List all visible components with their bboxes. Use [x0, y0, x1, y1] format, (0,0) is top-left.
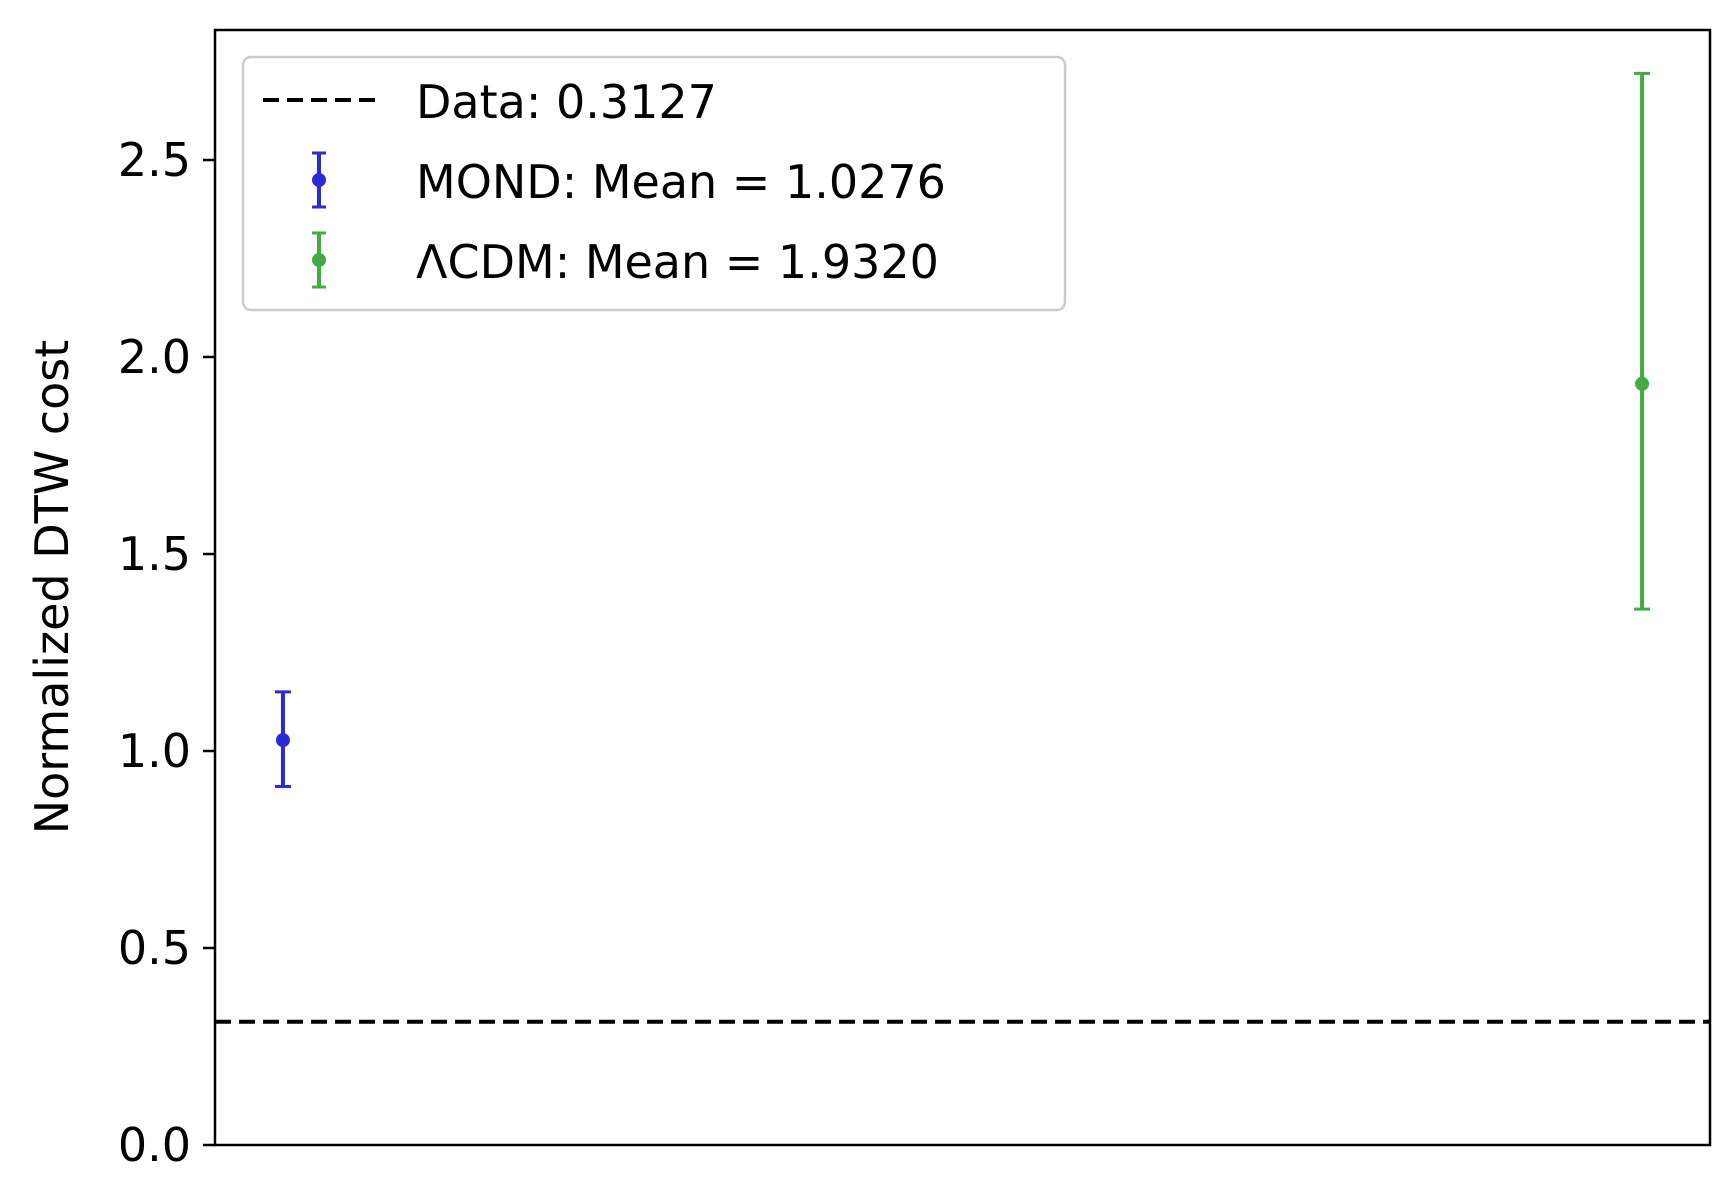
y-tick-label: 2.0 — [118, 330, 191, 384]
legend-point-icon — [312, 253, 326, 267]
series-1 — [1634, 71, 1651, 611]
y-tick-label: 0.0 — [118, 1118, 191, 1172]
chart: 0.0 0.5 1.0 1.5 2.0 2.5 Normalized DTW cost D… — [25, 28, 1712, 1172]
data-point — [275, 733, 290, 748]
y-axis-label: Normalized DTW cost — [25, 340, 79, 835]
legend-entry-lcdm: ΛCDM: Mean = 1.9320 — [416, 235, 939, 289]
y-tick-label: 0.5 — [118, 921, 191, 975]
legend-entry-data: Data: 0.3127 — [416, 75, 717, 129]
legend: Data: 0.3127 MOND: Mean = 1.0276 ΛCDM: M… — [241, 55, 1067, 312]
legend-point-icon — [312, 173, 326, 187]
data-point — [1635, 376, 1650, 391]
y-tick-label: 2.5 — [118, 133, 191, 187]
y-axis: 0.0 0.5 1.0 1.5 2.0 2.5 — [118, 133, 215, 1172]
y-tick-label: 1.5 — [118, 527, 191, 581]
legend-entry-mond: MOND: Mean = 1.0276 — [416, 155, 946, 209]
y-tick-label: 1.0 — [118, 724, 191, 778]
series-0 — [274, 690, 291, 788]
